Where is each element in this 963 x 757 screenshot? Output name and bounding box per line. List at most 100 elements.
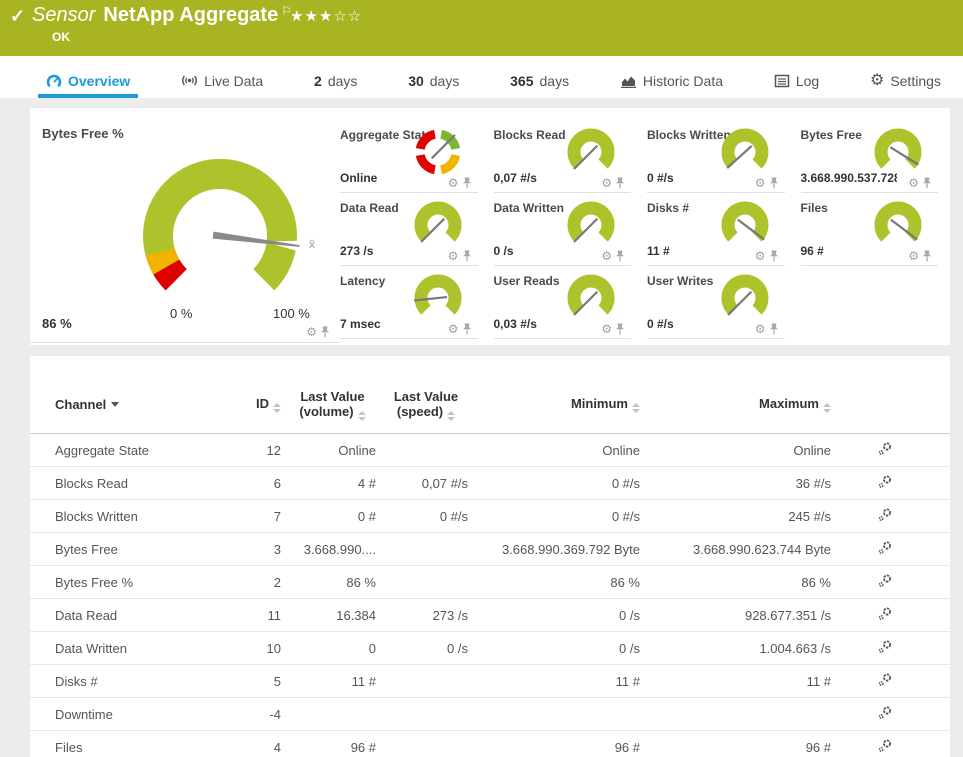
gauges-panel: Bytes Free % x̄ 0 % 100 % 86 % ⚙: [30, 108, 950, 345]
pin-icon[interactable]: [922, 177, 932, 189]
gear-icon[interactable]: ⚙: [306, 326, 317, 338]
cell-last-value-volume: 16.384: [285, 608, 380, 623]
gauge: [717, 197, 773, 253]
table-row: Blocks Read 6 4 # 0,07 #/s 0 #/s 36 #/s: [30, 467, 950, 500]
cell-minimum: 0 /s: [472, 608, 644, 623]
bytes-free-gauge: x̄: [110, 136, 330, 306]
mini-gauge-grid: Aggregate State Online ⚙ Blocks Read: [340, 108, 950, 345]
tab-label: days: [430, 73, 460, 89]
tab-number: 30: [408, 73, 424, 89]
gear-icon[interactable]: ⚙: [755, 323, 766, 335]
gauge-label: Latency: [340, 274, 385, 288]
gear-icon[interactable]: ⚙: [601, 250, 612, 262]
pin-icon[interactable]: [922, 250, 932, 262]
channel-settings-icon[interactable]: [877, 738, 893, 754]
gear-icon[interactable]: ⚙: [755, 177, 766, 189]
channel-settings-icon[interactable]: [877, 474, 893, 490]
gauge-value: 7 msec: [340, 317, 381, 331]
channel-settings-icon[interactable]: [877, 573, 893, 589]
pin-icon[interactable]: [462, 323, 472, 335]
pin-icon[interactable]: [769, 323, 779, 335]
gauge-value: 3.668.990.537.728 ...: [801, 171, 897, 185]
cell-last-value-speed: 0 #/s: [380, 509, 472, 524]
column-maximum[interactable]: Maximum: [644, 396, 835, 413]
pin-icon[interactable]: [615, 250, 625, 262]
table-row: Blocks Written 7 0 # 0 #/s 0 #/s 245 #/s: [30, 500, 950, 533]
gear-icon[interactable]: ⚙: [601, 177, 612, 189]
gauge: [870, 197, 926, 253]
table-row: Disks # 5 11 # 11 # 11 #: [30, 665, 950, 698]
table-row: Data Read 11 16.384 273 /s 0 /s 928.677.…: [30, 599, 950, 632]
cell-id: 4: [240, 740, 285, 755]
gear-icon[interactable]: ⚙: [448, 323, 459, 335]
gauge: [410, 124, 466, 180]
gauge-value: Online: [340, 171, 377, 185]
cell-maximum: 11 #: [644, 674, 835, 689]
pin-icon[interactable]: [320, 326, 330, 338]
tab-365-days[interactable]: 365 days: [502, 67, 577, 98]
tab-settings[interactable]: ⚙ Settings: [862, 67, 949, 98]
gauge: [717, 270, 773, 326]
channel-settings-icon[interactable]: [877, 540, 893, 556]
sensor-status-bar: ✓ SensorNetApp Aggregate⚐ ★★★☆☆ OK: [0, 0, 963, 56]
gear-icon[interactable]: ⚙: [448, 177, 459, 189]
gauge-value: 11 #: [647, 244, 670, 258]
sort-icon: [447, 411, 455, 421]
tab-historic-data[interactable]: Historic Data: [612, 67, 731, 98]
gear-icon[interactable]: ⚙: [448, 250, 459, 262]
tab-label: Live Data: [204, 73, 263, 89]
channel-settings-icon[interactable]: [877, 606, 893, 622]
cell-id: 2: [240, 575, 285, 590]
gauge: [717, 124, 773, 180]
cell-id: 12: [240, 443, 285, 458]
cell-id: 6: [240, 476, 285, 491]
cell-minimum: 3.668.990.369.792 Byte: [472, 542, 644, 557]
column-channel[interactable]: Channel: [30, 397, 240, 412]
table-row: Files 4 96 # 96 # 96 #: [30, 731, 950, 757]
tab-number: 365: [510, 73, 533, 89]
tab-live-data[interactable]: Live Data: [173, 66, 271, 98]
table-row: Bytes Free % 2 86 % 86 % 86 %: [30, 566, 950, 599]
pin-icon[interactable]: [615, 177, 625, 189]
channel-settings-icon[interactable]: [877, 705, 893, 721]
gauge-value: 0,03 #/s: [494, 317, 537, 331]
pin-icon[interactable]: [615, 323, 625, 335]
channel-settings-icon[interactable]: [877, 507, 893, 523]
cell-channel: Blocks Written: [30, 509, 240, 524]
gear-icon[interactable]: ⚙: [908, 177, 919, 189]
pin-icon[interactable]: [462, 250, 472, 262]
column-id[interactable]: ID: [240, 396, 285, 413]
tab-overview[interactable]: Overview: [38, 67, 138, 98]
tab-label: Settings: [890, 73, 941, 89]
stars-filled: ★★★: [290, 8, 333, 25]
channel-settings-icon[interactable]: [877, 441, 893, 457]
pin-icon[interactable]: [462, 177, 472, 189]
tab-30-days[interactable]: 30 days: [400, 67, 467, 98]
main-gauge-value: 86 %: [42, 316, 72, 331]
column-last-value-volume[interactable]: Last Value (volume): [285, 389, 380, 421]
ok-check-icon: ✓: [10, 6, 25, 27]
average-marker: x̄: [309, 237, 315, 251]
tab-2-days[interactable]: 2 days: [306, 67, 365, 98]
cell-maximum: 245 #/s: [644, 509, 835, 524]
gauge-min-label: 0 %: [170, 306, 192, 321]
pin-icon[interactable]: [769, 250, 779, 262]
priority-stars[interactable]: ★★★☆☆: [290, 7, 362, 25]
gear-icon[interactable]: ⚙: [755, 250, 766, 262]
channel-settings-icon[interactable]: [877, 672, 893, 688]
gear-icon[interactable]: ⚙: [601, 323, 612, 335]
channel-settings-icon[interactable]: [877, 639, 893, 655]
gear-icon: ⚙: [870, 73, 884, 89]
gear-icon[interactable]: ⚙: [908, 250, 919, 262]
column-minimum[interactable]: Minimum: [472, 396, 644, 413]
stars-empty: ☆☆: [333, 8, 362, 25]
gauge-value: 0 #/s: [647, 171, 674, 185]
tab-log[interactable]: Log: [766, 67, 827, 98]
cell-minimum: Online: [472, 443, 644, 458]
cell-channel: Downtime: [30, 707, 240, 722]
column-last-value-speed[interactable]: Last Value (speed): [380, 389, 472, 421]
pin-icon[interactable]: [769, 177, 779, 189]
tab-label: Log: [796, 73, 819, 89]
table-row: Downtime -4: [30, 698, 950, 731]
sort-icon: [823, 403, 831, 413]
